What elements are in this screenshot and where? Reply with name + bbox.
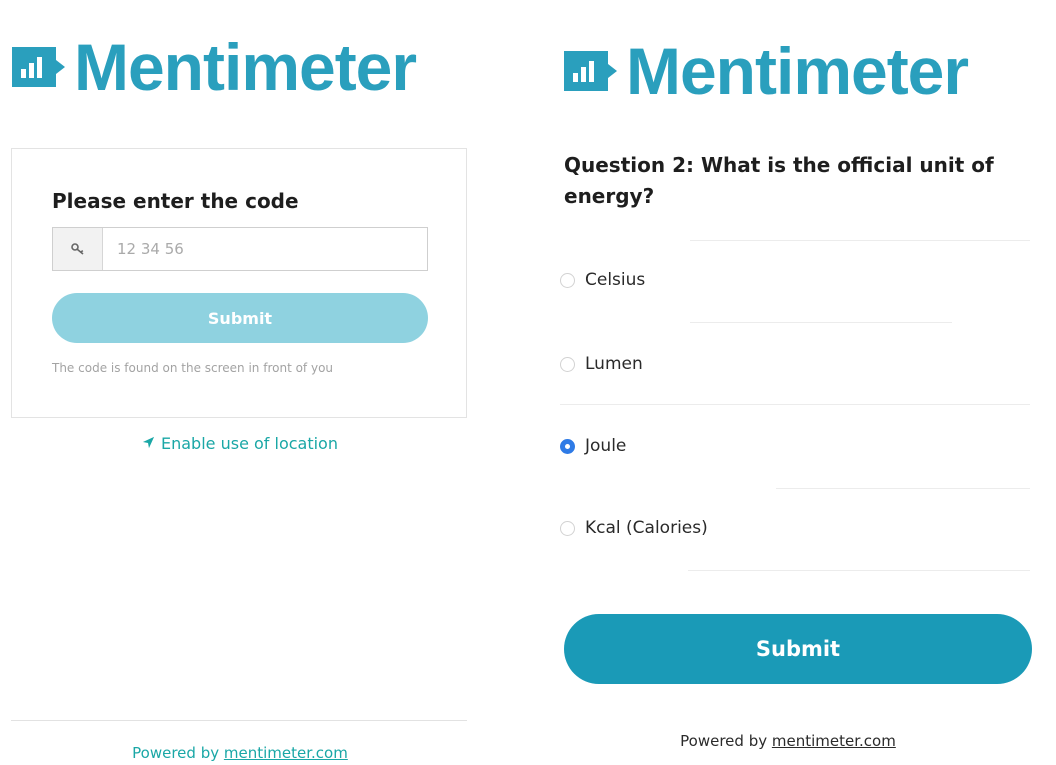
enable-location-label: Enable use of location	[161, 434, 338, 453]
key-icon	[53, 228, 103, 270]
radio-button[interactable]	[560, 520, 575, 536]
option-celsius[interactable]: Celsius	[560, 270, 645, 290]
option-joule[interactable]: Joule	[560, 436, 626, 456]
powered-by-text: Powered by	[132, 744, 224, 762]
option-divider	[690, 240, 1030, 241]
option-lumen[interactable]: Lumen	[560, 354, 643, 374]
option-label: Kcal (Calories)	[585, 518, 708, 538]
question-submit-button[interactable]: Submit	[564, 614, 1032, 684]
code-submit-button[interactable]: Submit	[52, 293, 428, 343]
bar-chart-logo-icon	[12, 47, 65, 87]
option-divider	[560, 404, 1030, 405]
powered-by-footer: Powered by mentimeter.com	[540, 732, 1036, 750]
code-hint-text: The code is found on the screen in front…	[52, 361, 334, 375]
option-divider	[776, 488, 1030, 489]
radio-button[interactable]	[560, 356, 575, 372]
option-label: Joule	[585, 436, 627, 456]
mentimeter-logo: Mentimeter	[12, 30, 417, 104]
option-label: Celsius	[585, 270, 646, 290]
location-arrow-icon	[142, 434, 155, 453]
option-divider	[690, 322, 952, 323]
mentimeter-logo: Mentimeter	[564, 34, 969, 108]
code-entry-card: Please enter the code Submit The code is…	[11, 148, 467, 418]
mentimeter-link[interactable]: mentimeter.com	[224, 744, 348, 762]
option-label: Lumen	[585, 354, 643, 374]
logo-wordmark: Mentimeter	[626, 34, 969, 108]
question-title: Question 2: What is the official unit of…	[564, 153, 994, 208]
code-card-title: Please enter the code	[52, 189, 299, 213]
radio-button-selected[interactable]	[560, 438, 575, 454]
powered-by-footer: Powered by mentimeter.com	[0, 744, 480, 762]
code-input-group	[52, 227, 428, 271]
logo-wordmark: Mentimeter	[74, 30, 417, 104]
bar-chart-logo-icon	[564, 51, 617, 91]
radio-button[interactable]	[560, 272, 575, 288]
join-code-panel: Mentimeter Please enter the code Submit …	[0, 0, 480, 765]
mentimeter-link[interactable]: mentimeter.com	[772, 732, 896, 750]
enable-location-link[interactable]: Enable use of location	[0, 434, 480, 453]
powered-by-text: Powered by	[680, 732, 772, 750]
option-divider	[688, 570, 1030, 571]
footer-divider	[11, 720, 467, 721]
option-kcal[interactable]: Kcal (Calories)	[560, 518, 708, 538]
code-input[interactable]	[103, 228, 427, 270]
question-panel: Mentimeter Question 2: What is the offic…	[540, 0, 1056, 765]
